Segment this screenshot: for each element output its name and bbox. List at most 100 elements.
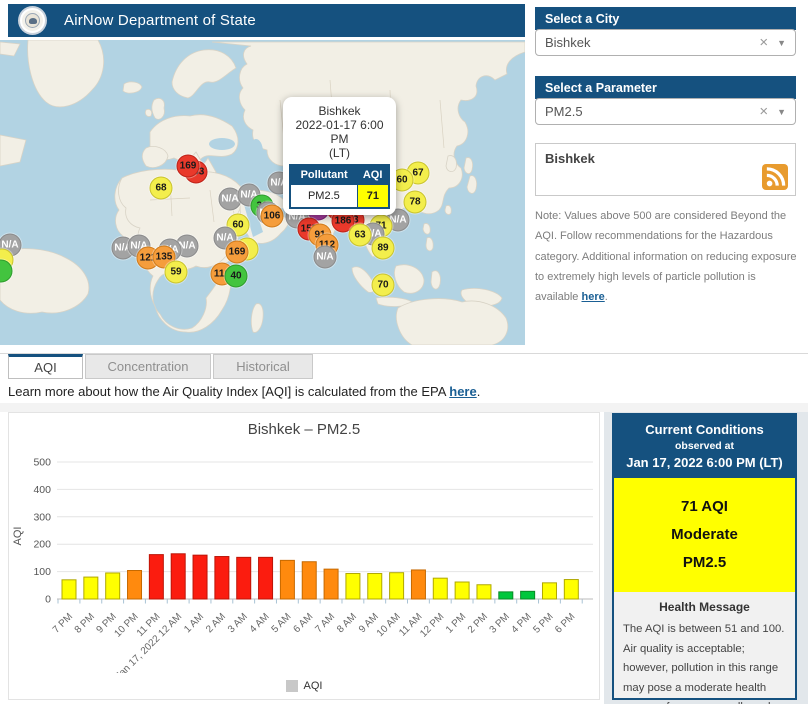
parameter-clear-icon[interactable]: × xyxy=(759,104,768,119)
popup-pollutant-value: PM2.5 xyxy=(290,185,357,209)
app-title: AirNow Department of State xyxy=(64,12,256,29)
current-conditions-panel: Current Conditions observed at Jan 17, 2… xyxy=(612,413,797,700)
aqi-bar[interactable] xyxy=(542,583,556,599)
city-feed-box: Bishkek xyxy=(535,143,796,196)
map-marker[interactable]: 68 xyxy=(150,177,173,200)
note-here-link[interactable]: here xyxy=(581,291,604,303)
aqi-bar[interactable] xyxy=(128,571,142,599)
aqi-bar[interactable] xyxy=(149,555,163,599)
aqi-bar[interactable] xyxy=(193,555,207,599)
cc-aqi-value: 71 AQI xyxy=(618,493,791,521)
health-message-text: The AQI is between 51 and 100. Air quali… xyxy=(623,620,786,704)
legend-label: AQI xyxy=(304,680,323,692)
aqi-bar[interactable] xyxy=(346,574,360,599)
x-tick-label: 2 PM xyxy=(466,611,490,635)
x-tick-label: 3 PM xyxy=(488,611,512,635)
y-tick-label: 500 xyxy=(33,457,51,469)
aqi-bar[interactable] xyxy=(477,585,491,599)
aqi-bar[interactable] xyxy=(324,569,338,599)
popup-aqi-value: 71 xyxy=(357,185,389,209)
map-marker[interactable]: 89 xyxy=(372,237,395,260)
map-marker[interactable]: 63 xyxy=(349,224,372,247)
x-tick-label: 7 AM xyxy=(313,611,337,635)
y-tick-label: 0 xyxy=(45,594,51,606)
app-header: AirNow Department of State xyxy=(8,4,525,37)
y-axis-label: AQI xyxy=(12,527,24,546)
city-caret-down-icon[interactable]: ▼ xyxy=(777,38,786,48)
aqi-bar[interactable] xyxy=(302,562,316,599)
y-tick-label: 100 xyxy=(33,566,51,578)
aqi-bar[interactable] xyxy=(280,560,294,599)
aqi-bar[interactable] xyxy=(521,591,535,599)
legend-swatch xyxy=(286,680,298,692)
x-tick-label: 6 PM xyxy=(553,611,577,635)
city-select-value: Bishkek xyxy=(545,35,759,50)
feed-city-label: Bishkek xyxy=(545,151,786,166)
parameter-select[interactable]: PM2.5 × ▼ xyxy=(535,98,796,125)
map-marker[interactable]: 78 xyxy=(404,191,427,214)
popup-timezone: (LT) xyxy=(288,146,391,160)
aqi-bar[interactable] xyxy=(368,574,382,599)
aqi-bar[interactable] xyxy=(564,580,578,599)
x-tick-label: 12 PM xyxy=(418,611,446,639)
basemap xyxy=(0,40,525,345)
current-conditions-header: Current Conditions observed at Jan 17, 2… xyxy=(614,415,795,478)
aqi-bar[interactable] xyxy=(259,557,273,599)
note-text: Note: Values above 500 are considered Be… xyxy=(535,206,801,308)
x-tick-label: 10 PM xyxy=(112,611,140,639)
map-marker[interactable]: 59 xyxy=(165,261,188,284)
map-popup: Bishkek 2022-01-17 6:00 PM (LT) Pollutan… xyxy=(283,97,396,215)
tab-aqi[interactable]: AQI xyxy=(8,354,83,379)
city-clear-icon[interactable]: × xyxy=(759,35,768,50)
cc-title: Current Conditions xyxy=(618,422,791,437)
y-tick-label: 300 xyxy=(33,511,51,523)
aqi-bar[interactable] xyxy=(215,557,229,599)
world-aqi-map[interactable]: 15316968N/AN/AN/AN/AN/A12113559N/AN/A31N… xyxy=(0,40,525,345)
aqi-bar[interactable] xyxy=(237,557,251,599)
popup-col-pollutant: Pollutant xyxy=(290,165,357,185)
cc-aqi-block: 71 AQI Moderate PM2.5 xyxy=(614,478,795,592)
aqi-bar[interactable] xyxy=(171,554,185,599)
city-select[interactable]: Bishkek × ▼ xyxy=(535,29,796,56)
airnow-page: AirNow Department of State xyxy=(0,0,808,704)
rss-icon[interactable] xyxy=(762,164,788,190)
aqi-bar[interactable] xyxy=(62,580,76,599)
y-tick-label: 200 xyxy=(33,539,51,551)
aqi-bar-chart: 0100200300400500AQI7 PM8 PM9 PM10 PM11 P… xyxy=(9,441,599,673)
tab-historical[interactable]: Historical xyxy=(213,354,313,379)
aqi-bar[interactable] xyxy=(411,570,425,599)
aqi-bar[interactable] xyxy=(390,573,404,599)
state-department-seal-icon xyxy=(18,6,47,35)
epa-here-link[interactable]: here xyxy=(449,384,476,399)
aqi-bar[interactable] xyxy=(84,577,98,599)
aqi-bar[interactable] xyxy=(106,573,120,599)
y-tick-label: 400 xyxy=(33,484,51,496)
chart-legend: AQI xyxy=(9,680,599,692)
map-marker[interactable]: N/A xyxy=(314,246,337,269)
background-band xyxy=(0,403,808,412)
cc-category: Moderate xyxy=(618,521,791,549)
aqi-bar[interactable] xyxy=(433,578,447,599)
popup-city: Bishkek xyxy=(288,104,391,118)
chart-title: Bishkek – PM2.5 xyxy=(9,421,599,438)
cc-subtitle: observed at xyxy=(618,440,791,452)
x-tick-label: 1 AM xyxy=(182,611,206,635)
x-tick-label: 5 AM xyxy=(270,611,294,635)
aqi-bar[interactable] xyxy=(499,592,513,599)
map-marker[interactable]: 169 xyxy=(226,241,249,264)
x-tick-label: 3 AM xyxy=(226,611,250,635)
learn-more-text: Learn more about how the Air Quality Ind… xyxy=(8,384,480,399)
map-marker[interactable]: 40 xyxy=(225,265,248,288)
parameter-caret-down-icon[interactable]: ▼ xyxy=(777,107,786,117)
select-city-header: Select a City xyxy=(535,7,796,30)
map-marker[interactable]: 106 xyxy=(261,205,284,228)
tab-concentration[interactable]: Concentration xyxy=(85,354,211,379)
x-tick-label: 8 AM xyxy=(335,611,359,635)
aqi-bar[interactable] xyxy=(455,582,469,599)
map-marker[interactable]: 70 xyxy=(372,274,395,297)
x-tick-label: 1 PM xyxy=(444,611,468,635)
map-marker[interactable]: 169 xyxy=(177,155,200,178)
x-tick-label: 6 AM xyxy=(291,611,315,635)
select-parameter-header: Select a Parameter xyxy=(535,76,796,99)
aqi-chart-panel: Bishkek – PM2.5 0100200300400500AQI7 PM8… xyxy=(8,412,600,700)
